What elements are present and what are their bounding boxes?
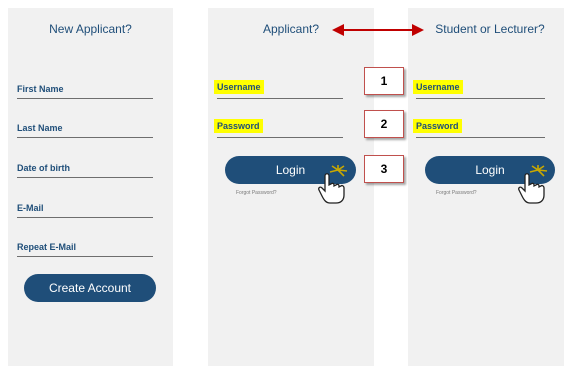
- step-marker-1: 1: [364, 67, 404, 95]
- last-name-label: Last Name: [17, 123, 63, 133]
- create-account-button[interactable]: Create Account: [24, 274, 156, 302]
- double-arrow-icon: [332, 24, 424, 36]
- applicant-username-label: Username: [214, 80, 264, 94]
- student-username-label: Username: [413, 80, 463, 94]
- date-of-birth-field[interactable]: Date of birth: [17, 155, 153, 178]
- step-marker-2: 2: [364, 110, 404, 138]
- email-field[interactable]: E-Mail: [17, 195, 153, 218]
- student-username-field[interactable]: Username: [413, 76, 545, 99]
- first-name-field[interactable]: First Name: [17, 76, 153, 99]
- applicant-username-field[interactable]: Username: [214, 76, 343, 99]
- email-label: E-Mail: [17, 203, 44, 213]
- repeat-email-label: Repeat E-Mail: [17, 242, 77, 252]
- student-password-field[interactable]: Password: [413, 115, 545, 138]
- applicant-password-label: Password: [214, 119, 263, 133]
- student-login-panel: Student or Lecturer? Username Password L…: [408, 8, 564, 366]
- applicant-login-panel: Applicant? Username Password Login Forgo…: [208, 8, 374, 366]
- student-forgot-password-link[interactable]: Forgot Password?: [436, 190, 477, 196]
- student-password-label: Password: [413, 119, 462, 133]
- last-name-field[interactable]: Last Name: [17, 115, 153, 138]
- student-title: Student or Lecturer?: [435, 22, 545, 36]
- registration-title: New Applicant?: [49, 22, 132, 36]
- applicant-password-field[interactable]: Password: [214, 115, 343, 138]
- date-of-birth-label: Date of birth: [17, 163, 70, 173]
- step-marker-3: 3: [364, 155, 404, 183]
- repeat-email-field[interactable]: Repeat E-Mail: [17, 234, 153, 257]
- first-name-label: First Name: [17, 84, 64, 94]
- hand-cursor-icon: [518, 165, 548, 204]
- registration-panel: New Applicant? First Name Last Name Date…: [8, 8, 173, 366]
- applicant-forgot-password-link[interactable]: Forgot Password?: [236, 190, 277, 196]
- hand-cursor-icon: [318, 165, 348, 204]
